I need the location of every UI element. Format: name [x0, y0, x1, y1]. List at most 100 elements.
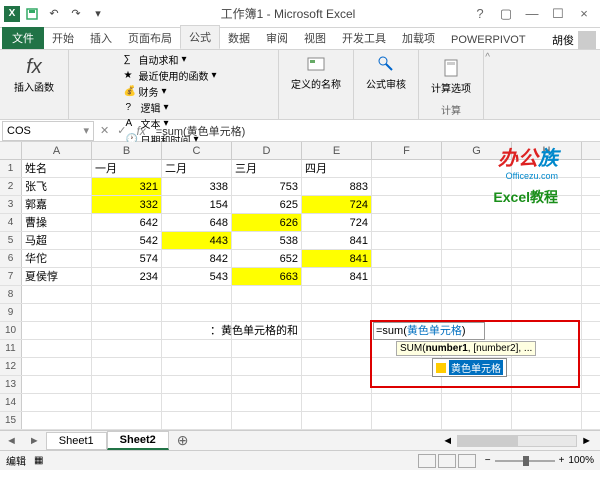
row-header[interactable]: 14 — [0, 394, 22, 411]
cell[interactable] — [372, 250, 442, 267]
cell[interactable]: 663 — [232, 268, 302, 285]
view-normal-icon[interactable] — [418, 454, 436, 468]
autocomplete-suggestion[interactable]: 黄色单元格 — [432, 358, 507, 377]
cell[interactable]: 338 — [162, 178, 232, 195]
view-pagelayout-icon[interactable] — [438, 454, 456, 468]
cell[interactable]: 841 — [302, 268, 372, 285]
cell[interactable] — [512, 250, 582, 267]
row-header[interactable]: 9 — [0, 304, 22, 321]
cell[interactable]: 842 — [162, 250, 232, 267]
sheet-tab[interactable]: Sheet1 — [46, 432, 107, 450]
redo-icon[interactable]: ↷ — [66, 4, 86, 24]
tab-home[interactable]: 开始 — [44, 27, 82, 49]
cell[interactable]: 574 — [92, 250, 162, 267]
cell[interactable] — [372, 196, 442, 213]
tab-powerpivot[interactable]: POWERPIVOT — [443, 31, 534, 49]
cell[interactable] — [512, 268, 582, 285]
col-header[interactable]: F — [372, 142, 442, 159]
cell[interactable]: 四月 — [302, 160, 372, 177]
minimize-icon[interactable]: — — [520, 4, 544, 24]
calc-options-button[interactable]: 计算选项 — [425, 56, 477, 97]
cell[interactable]: 542 — [92, 232, 162, 249]
tab-view[interactable]: 视图 — [296, 27, 334, 49]
sheet-tab[interactable]: Sheet2 — [107, 431, 169, 450]
cell[interactable] — [442, 232, 512, 249]
row-header[interactable]: 8 — [0, 286, 22, 303]
zoom-out-icon[interactable]: − — [485, 455, 491, 466]
cell[interactable] — [372, 178, 442, 195]
row-header[interactable]: 2 — [0, 178, 22, 195]
cell[interactable]: 曹操 — [22, 214, 92, 231]
cell[interactable]: 443 — [162, 232, 232, 249]
cell[interactable] — [372, 232, 442, 249]
help-icon[interactable]: ? — [468, 4, 492, 24]
cell[interactable]: 883 — [302, 178, 372, 195]
cell[interactable] — [442, 268, 512, 285]
select-all-corner[interactable] — [0, 142, 22, 159]
recent-functions-button[interactable]: ★最近使用的函数 ▾ — [122, 68, 226, 83]
cell[interactable]: 321 — [92, 178, 162, 195]
col-header[interactable]: C — [162, 142, 232, 159]
hscroll-right-icon[interactable]: ► — [577, 435, 596, 447]
zoom-slider[interactable] — [495, 460, 555, 462]
cell-label[interactable]: 黄色单元格的和： — [232, 322, 302, 339]
cell[interactable]: 一月 — [92, 160, 162, 177]
enter-formula-icon[interactable]: ✓ — [113, 124, 130, 137]
col-header[interactable]: A — [22, 142, 92, 159]
logical-button[interactable]: ?逻辑 ▾ — [124, 100, 224, 115]
cell[interactable]: 642 — [92, 214, 162, 231]
cell[interactable]: 626 — [232, 214, 302, 231]
row-header[interactable]: 15 — [0, 412, 22, 429]
sheet-nav-prev-icon[interactable]: ◄ — [0, 435, 23, 447]
cell[interactable] — [372, 160, 442, 177]
cell[interactable]: 724 — [302, 196, 372, 213]
cell[interactable]: 154 — [162, 196, 232, 213]
col-header[interactable]: B — [92, 142, 162, 159]
col-header[interactable]: E — [302, 142, 372, 159]
cell[interactable]: 841 — [302, 232, 372, 249]
row-header[interactable]: 1 — [0, 160, 22, 177]
close-icon[interactable]: × — [572, 4, 596, 24]
view-pagebreak-icon[interactable] — [458, 454, 476, 468]
spreadsheet-grid[interactable]: A B C D E F G H 1 姓名 一月 二月 三月 四月 2 张飞 32… — [0, 142, 600, 430]
cell[interactable]: 625 — [232, 196, 302, 213]
row-header[interactable]: 7 — [0, 268, 22, 285]
tab-addins[interactable]: 加载项 — [394, 27, 443, 49]
cell[interactable] — [442, 214, 512, 231]
collapse-ribbon-icon[interactable]: ^ — [485, 52, 490, 63]
cell[interactable]: 夏侯惇 — [22, 268, 92, 285]
insert-function-button[interactable]: fx 插入函数 — [6, 52, 62, 98]
cell[interactable]: 姓名 — [22, 160, 92, 177]
tab-insert[interactable]: 插入 — [82, 27, 120, 49]
cell[interactable]: 二月 — [162, 160, 232, 177]
user-name[interactable]: 胡俊 — [552, 32, 574, 48]
row-header[interactable]: 4 — [0, 214, 22, 231]
cell[interactable] — [372, 214, 442, 231]
cell[interactable]: 234 — [92, 268, 162, 285]
cell[interactable]: 332 — [92, 196, 162, 213]
row-header[interactable]: 6 — [0, 250, 22, 267]
tab-data[interactable]: 数据 — [220, 27, 258, 49]
cell[interactable] — [372, 268, 442, 285]
cell[interactable]: 841 — [302, 250, 372, 267]
hscroll-left-icon[interactable]: ◄ — [438, 435, 457, 447]
cell[interactable]: 张飞 — [22, 178, 92, 195]
tab-file[interactable]: 文件 — [2, 27, 44, 49]
cell[interactable] — [442, 250, 512, 267]
autosum-button[interactable]: ∑自动求和 ▾ — [122, 52, 226, 67]
cell[interactable]: 652 — [232, 250, 302, 267]
cell[interactable]: 三月 — [232, 160, 302, 177]
cell[interactable]: 724 — [302, 214, 372, 231]
formula-audit-button[interactable]: 公式审核 — [360, 52, 412, 93]
qat-dropdown-icon[interactable]: ▾ — [88, 4, 108, 24]
undo-icon[interactable]: ↶ — [44, 4, 64, 24]
zoom-in-icon[interactable]: + — [559, 455, 565, 466]
sheet-nav-next-icon[interactable]: ► — [23, 435, 46, 447]
zoom-level[interactable]: 100% — [568, 455, 594, 466]
cell[interactable]: 543 — [162, 268, 232, 285]
cell[interactable]: 马超 — [22, 232, 92, 249]
tab-layout[interactable]: 页面布局 — [120, 27, 180, 49]
defined-names-button[interactable]: 定义的名称 — [285, 52, 347, 93]
avatar[interactable] — [578, 31, 596, 49]
financial-button[interactable]: 💰财务 ▾ — [122, 84, 226, 99]
